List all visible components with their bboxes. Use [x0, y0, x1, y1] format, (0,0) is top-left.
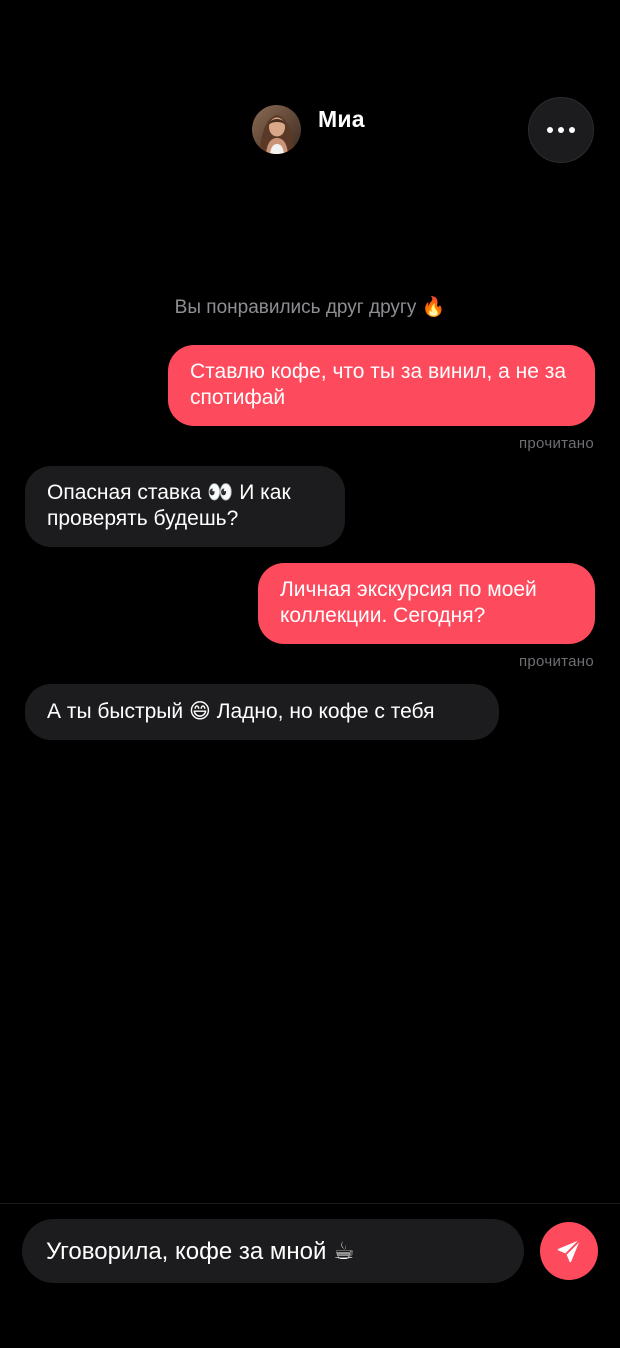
message-bubble-outgoing[interactable]: Личная экскурсия по моей коллекции. Сего… — [258, 563, 595, 644]
chat-header: Миа — [0, 0, 620, 170]
avatar[interactable] — [252, 105, 301, 154]
more-options-button[interactable] — [528, 97, 594, 163]
match-notice: Вы понравились друг другу 🔥 — [174, 297, 446, 318]
more-horizontal-icon — [547, 127, 553, 133]
more-dot — [569, 127, 575, 133]
message-bubble-incoming[interactable]: А ты быстрый 😄 Ладно, но кофе с тебя — [25, 684, 499, 740]
message-input[interactable]: Уговорила, кофе за мной ☕ — [22, 1219, 524, 1283]
message-bubble-incoming[interactable]: Опасная ставка 👀 И как проверять будешь? — [25, 466, 345, 547]
send-button[interactable] — [540, 1222, 598, 1280]
composer-divider — [0, 1203, 620, 1204]
message-input-value: Уговорила, кофе за мной ☕ — [46, 1237, 355, 1265]
contact-name[interactable]: Миа — [318, 106, 365, 133]
read-status: прочитано — [518, 653, 594, 670]
more-dot — [558, 127, 564, 133]
read-status: прочитано — [518, 435, 594, 452]
send-icon — [557, 1238, 582, 1263]
message-bubble-outgoing[interactable]: Ставлю кофе, что ты за винил, а не за сп… — [168, 345, 595, 426]
profile-photo — [252, 105, 301, 154]
